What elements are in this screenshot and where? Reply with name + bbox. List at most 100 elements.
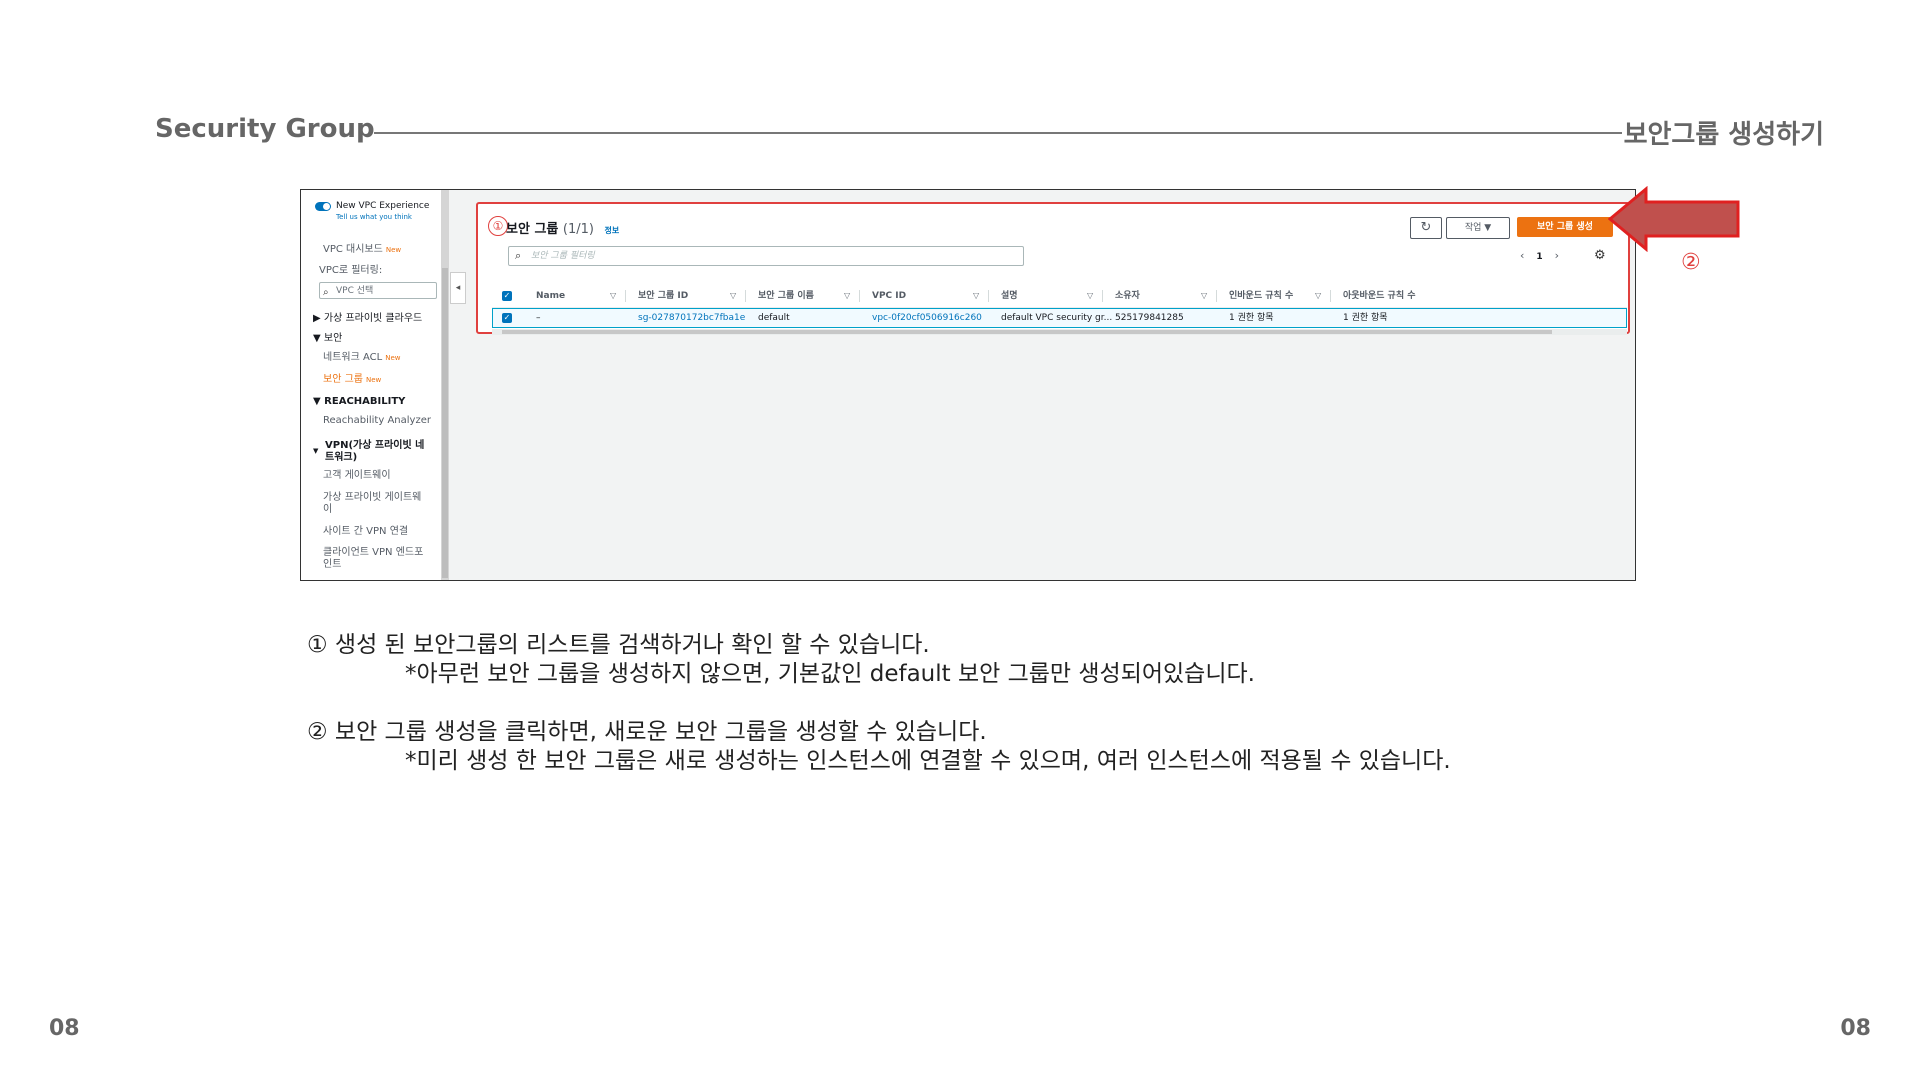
new-badge: New bbox=[385, 246, 402, 254]
actions-dropdown[interactable]: 작업 ▼ bbox=[1446, 217, 1510, 239]
column-header-vpc-id[interactable]: VPC ID bbox=[872, 285, 906, 307]
cell-vpc-id[interactable]: vpc-0f20cf0506916c260 bbox=[872, 309, 982, 327]
column-header-inbound[interactable]: 인바운드 규칙 수 bbox=[1229, 285, 1293, 307]
sidebar-section-vpn[interactable]: ▼ VPN(가상 프라이빗 네 트워크) bbox=[313, 440, 424, 464]
new-badge: New bbox=[385, 354, 401, 362]
header-divider bbox=[374, 132, 1622, 134]
table-row[interactable]: ✓ – sg-027870172bc7fba1e default vpc-0f2… bbox=[492, 308, 1627, 328]
sort-icon[interactable]: ▽ bbox=[610, 285, 616, 307]
sort-icon[interactable]: ▽ bbox=[730, 285, 736, 307]
column-header-group-id[interactable]: 보안 그룹 ID bbox=[638, 285, 688, 307]
column-header-owner[interactable]: 소유자 bbox=[1115, 285, 1140, 307]
search-icon: ⌕ bbox=[515, 249, 522, 262]
column-divider bbox=[625, 290, 626, 302]
column-divider bbox=[859, 290, 860, 302]
filter-placeholder: 보안 그룹 필터링 bbox=[531, 251, 595, 261]
cell-group-id[interactable]: sg-027870172bc7fba1e bbox=[638, 309, 745, 327]
search-icon: ⌕ bbox=[323, 287, 329, 298]
sidebar-item-label: VPC 대시보드 bbox=[323, 244, 383, 255]
pagination: ‹ 1 › bbox=[1514, 249, 1565, 262]
column-divider bbox=[1102, 290, 1103, 302]
sidebar-scrollbar-thumb[interactable] bbox=[442, 268, 448, 578]
note-2: ② 보안 그룹 생성을 클릭하면, 새로운 보안 그룹을 생성할 수 있습니다. bbox=[307, 719, 987, 745]
gear-icon[interactable]: ⚙ bbox=[1594, 248, 1606, 263]
new-badge: New bbox=[365, 376, 382, 384]
sort-icon[interactable]: ▽ bbox=[1201, 285, 1207, 307]
toggle-label: New VPC Experience bbox=[336, 201, 430, 211]
row-checkbox[interactable]: ✓ bbox=[502, 313, 512, 323]
column-divider bbox=[745, 290, 746, 302]
vpc-select-input[interactable]: ⌕ VPC 선택 bbox=[319, 282, 437, 299]
sidebar-item-client-vpn[interactable]: 클라이언트 VPN 엔드포 인트 bbox=[323, 547, 423, 571]
red-arrow-annotation bbox=[1608, 186, 1740, 252]
caret-down-icon: ▼ bbox=[313, 447, 319, 455]
table-header: ✓ Name ▽ 보안 그룹 ID ▽ 보안 그룹 이름 ▽ VPC ID ▽ … bbox=[492, 285, 1627, 308]
feedback-link[interactable]: Tell us what you think bbox=[336, 213, 412, 221]
sidebar-item-label: 인트 bbox=[323, 559, 342, 570]
sidebar-item-reachability-analyzer[interactable]: Reachability Analyzer bbox=[323, 415, 431, 427]
sidebar-section-security[interactable]: ▼ 보안 bbox=[313, 333, 342, 345]
sidebar-section-reachability[interactable]: ▼ REACHABILITY bbox=[313, 396, 405, 408]
sidebar-item-security-groups[interactable]: 보안 그룹 New bbox=[323, 374, 381, 386]
explanation-notes: ① 생성 된 보안그룹의 리스트를 검색하거나 확인 할 수 있습니다. *아무… bbox=[307, 631, 1451, 776]
column-divider bbox=[988, 290, 989, 302]
cell-outbound: 1 권한 항목 bbox=[1343, 313, 1388, 323]
column-header-outbound[interactable]: 아웃바운드 규칙 수 bbox=[1343, 285, 1416, 307]
panel-count: (1/1) bbox=[562, 222, 594, 237]
info-link[interactable]: 정보 bbox=[605, 226, 620, 235]
table-scrollbar-thumb[interactable] bbox=[502, 330, 1552, 334]
current-page[interactable]: 1 bbox=[1536, 252, 1542, 262]
cell-name: – bbox=[536, 313, 541, 323]
sidebar-item-label: 네트워크 ACL bbox=[323, 352, 383, 363]
sidebar-item-label: 이 bbox=[323, 504, 333, 515]
console-screenshot: New VPC Experience Tell us what you thin… bbox=[300, 189, 1636, 581]
column-header-group-name[interactable]: 보안 그룹 이름 bbox=[758, 285, 814, 307]
collapse-sidebar-button[interactable]: ◂ bbox=[450, 272, 466, 304]
sidebar-item-private-cloud[interactable]: ▶ 가상 프라이빗 클라우드 bbox=[313, 313, 422, 325]
page-number-right: 08 bbox=[1840, 1016, 1871, 1041]
refresh-button[interactable]: ↻ bbox=[1410, 217, 1442, 239]
sidebar-item-network-acl[interactable]: 네트워크 ACL New bbox=[323, 352, 400, 364]
column-header-description[interactable]: 설명 bbox=[1001, 285, 1018, 307]
slide-subtitle: 보안그룹 생성하기 bbox=[1623, 120, 1824, 150]
select-all-checkbox[interactable]: ✓ bbox=[502, 291, 512, 301]
sidebar-item-customer-gateway[interactable]: 고객 게이트웨이 bbox=[323, 470, 391, 482]
marker-1: ① bbox=[488, 216, 508, 236]
cell-owner: 525179841285 bbox=[1115, 313, 1184, 323]
note-1: ① 생성 된 보안그룹의 리스트를 검색하거나 확인 할 수 있습니다. bbox=[307, 632, 930, 658]
vpc-filter-label: VPC로 필터링: bbox=[319, 265, 383, 276]
column-divider bbox=[1216, 290, 1217, 302]
chevron-left-icon: ◂ bbox=[455, 283, 461, 293]
sort-icon[interactable]: ▽ bbox=[1087, 285, 1093, 307]
create-security-group-button[interactable]: 보안 그룹 생성 bbox=[1517, 217, 1613, 237]
security-group-filter-input[interactable]: ⌕ 보안 그룹 필터링 bbox=[508, 246, 1024, 266]
sort-icon[interactable]: ▽ bbox=[973, 285, 979, 307]
sort-icon[interactable]: ▽ bbox=[844, 285, 850, 307]
sidebar-item-label: 클라이언트 VPN 엔드포 bbox=[323, 547, 424, 558]
sidebar-item-label: 보안 그룹 bbox=[323, 374, 363, 385]
vpc-select-placeholder: VPC 선택 bbox=[336, 286, 374, 296]
sidebar-item-site-vpn[interactable]: 사이트 간 VPN 연결 bbox=[323, 526, 408, 538]
panel-title: 보안 그룹 (1/1) 정보 bbox=[506, 218, 619, 237]
cell-group-name: default bbox=[758, 313, 790, 323]
sort-icon[interactable]: ▽ bbox=[1315, 285, 1321, 307]
note-1-detail: *아무런 보안 그룹을 생성하지 않으면, 기본값인 default 보안 그룹… bbox=[405, 661, 1255, 687]
sidebar-section-label: VPN(가상 프라이빗 네 bbox=[325, 440, 425, 451]
next-page-button[interactable]: › bbox=[1555, 249, 1559, 262]
security-groups-panel: ① 보안 그룹 (1/1) 정보 ↻ 작업 ▼ 보안 그룹 생성 ⌕ 보안 그룹… bbox=[476, 202, 1630, 335]
column-header-name[interactable]: Name bbox=[536, 285, 565, 307]
page-number-left: 08 bbox=[49, 1016, 80, 1041]
sidebar-item-label: 가상 프라이빗 게이트웨 bbox=[323, 492, 422, 503]
sidebar-item-virtual-private-gateway[interactable]: 가상 프라이빗 게이트웨 이 bbox=[323, 492, 421, 516]
cell-description: default VPC security gr... bbox=[1001, 313, 1113, 323]
panel-title-text: 보안 그룹 bbox=[506, 222, 559, 237]
new-experience-toggle[interactable] bbox=[315, 202, 331, 211]
vpc-sidebar: New VPC Experience Tell us what you thin… bbox=[301, 190, 441, 580]
cell-inbound: 1 권한 항목 bbox=[1229, 313, 1274, 323]
prev-page-button[interactable]: ‹ bbox=[1520, 249, 1524, 262]
sidebar-item-vpc-dashboard[interactable]: VPC 대시보드 New bbox=[323, 244, 401, 256]
sidebar-section-label: 트워크) bbox=[325, 452, 358, 463]
column-divider bbox=[1330, 290, 1331, 302]
marker-2: ② bbox=[1681, 250, 1701, 275]
slide-title: Security Group bbox=[155, 114, 375, 144]
